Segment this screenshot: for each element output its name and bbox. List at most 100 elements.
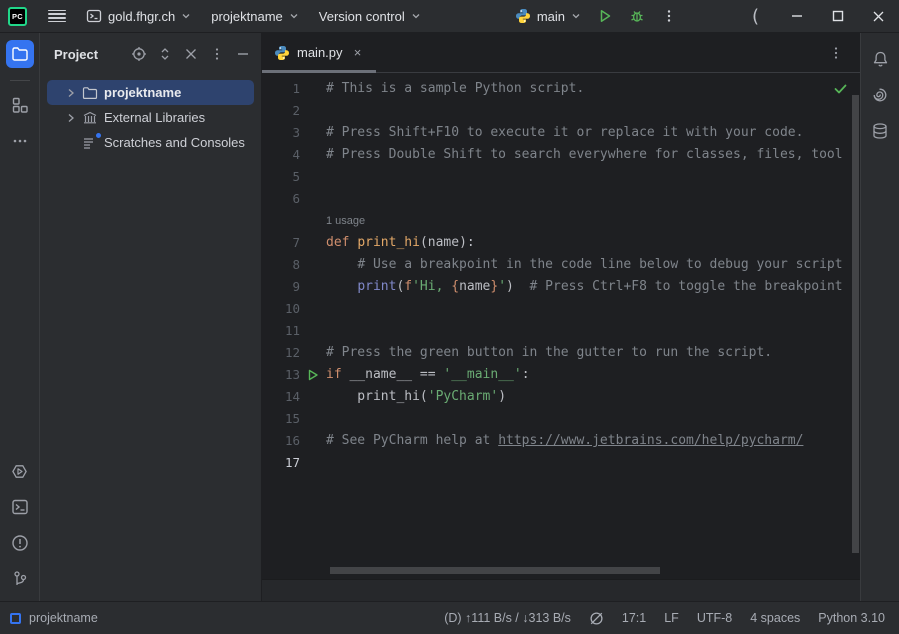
minimize-button[interactable] (776, 0, 817, 33)
gutter-slot (300, 100, 326, 122)
terminal-toolwindow-button[interactable] (6, 493, 34, 521)
code-text: print_hi('PyCharm') (326, 386, 860, 408)
highlighting-level-button[interactable] (589, 611, 604, 626)
ai-assistant-button[interactable] (866, 81, 894, 109)
select-opened-file-button[interactable] (127, 42, 151, 66)
code-text (326, 298, 860, 320)
services-toolwindow-button[interactable] (6, 457, 34, 485)
chevron-right-icon[interactable] (63, 85, 79, 101)
tree-item-scratches-and-consoles[interactable]: Scratches and Consoles (47, 130, 254, 155)
tree-item-external-libraries[interactable]: External Libraries (47, 105, 254, 130)
horizontal-scrollbar[interactable] (330, 567, 660, 574)
more-actions-button[interactable] (655, 4, 683, 28)
tab-close-icon[interactable]: × (350, 45, 366, 61)
project-tree: projektname External Libraries Scratches a… (40, 75, 261, 155)
chevron-down-icon (181, 11, 191, 21)
chevron-placeholder (63, 135, 79, 151)
line-number: 15 (262, 408, 300, 430)
status-bar: projektname (D) ↑111 B/s / ↓313 B/s 17:1… (0, 601, 899, 634)
inspections-ok-badge[interactable] (833, 81, 848, 96)
code-line: 8 # Use a breakpoint in the code line be… (262, 254, 860, 276)
code-line: 4# Press Double Shift to search everywhe… (262, 144, 860, 166)
structure-toolwindow-button[interactable] (6, 91, 34, 119)
git-branch-icon (11, 570, 29, 588)
maximize-button[interactable] (817, 0, 858, 33)
project-panel: Project (40, 33, 262, 601)
run-configuration-selector[interactable]: main (509, 4, 587, 28)
vertical-scrollbar[interactable] (852, 95, 859, 553)
code-text: print(f'Hi, {name}') # Press Ctrl+F8 to … (326, 276, 860, 298)
tab-main-py[interactable]: main.py × (262, 33, 376, 73)
line-number: 3 (262, 122, 300, 144)
line-ending-widget[interactable]: LF (664, 611, 679, 625)
collapse-all-button[interactable] (179, 42, 203, 66)
code-line: 2 (262, 100, 860, 122)
gutter-slot (300, 144, 326, 166)
debug-button[interactable] (623, 4, 651, 28)
gutter-slot (300, 430, 326, 452)
gutter-slot (300, 232, 326, 254)
code-lines: 1# This is a sample Python script.23# Pr… (262, 78, 860, 474)
database-icon (871, 122, 889, 140)
ssh-target-selector[interactable]: gold.fhgr.ch (80, 4, 197, 28)
run-button[interactable] (591, 4, 619, 28)
editor-bottom-strip (262, 579, 860, 601)
project-toolwindow-button[interactable] (6, 40, 34, 68)
line-number: 6 (262, 188, 300, 210)
code-text (326, 452, 860, 474)
left-tool-stripe (0, 33, 40, 601)
database-button[interactable] (866, 117, 894, 145)
code-text: 1 usage (326, 210, 860, 232)
gutter-slot (300, 166, 326, 188)
close-button[interactable] (858, 0, 899, 33)
gutter-slot (300, 276, 326, 298)
more-tool-windows-button[interactable] (6, 127, 34, 155)
chevron-right-icon[interactable] (63, 110, 79, 126)
comment-link[interactable]: https://www.jetbrains.com/help/pycharm/ (498, 433, 803, 448)
encoding-widget[interactable]: UTF-8 (697, 611, 732, 625)
usages-inlay-hint[interactable]: 1 usage (326, 215, 365, 227)
crescent-icon[interactable]: ( (735, 0, 776, 33)
remote-terminal-icon (86, 8, 102, 24)
tree-item-projektname[interactable]: projektname (47, 80, 254, 105)
network-transfer-widget[interactable]: (D) ↑111 B/s / ↓313 B/s (444, 611, 571, 625)
locate-target-icon (131, 46, 147, 62)
statusbar-project-widget[interactable]: projektname (10, 611, 98, 625)
run-icon (307, 369, 319, 381)
hide-panel-button[interactable] (231, 42, 255, 66)
python-icon (515, 8, 531, 24)
project-selector[interactable]: projektname (205, 5, 305, 28)
line-number: 9 (262, 276, 300, 298)
minimize-icon (791, 10, 803, 22)
code-text: # Press Double Shift to search everywher… (326, 144, 860, 166)
inspections-off-icon (589, 611, 604, 626)
panel-options-button[interactable] (205, 42, 229, 66)
run-line-button[interactable] (300, 364, 326, 386)
line-number: 17 (262, 452, 300, 474)
indent-widget[interactable]: 4 spaces (750, 611, 800, 625)
chevron-updown-icon (158, 47, 172, 61)
expand-collapse-button[interactable] (153, 42, 177, 66)
problems-toolwindow-button[interactable] (6, 529, 34, 557)
notifications-button[interactable] (866, 45, 894, 73)
editor-options-button[interactable] (824, 41, 848, 65)
code-text: # See PyCharm help at https://www.jetbra… (326, 430, 860, 452)
line-number: 2 (262, 100, 300, 122)
code-text: # This is a sample Python script. (326, 78, 860, 100)
code-editor[interactable]: 1# This is a sample Python script.23# Pr… (262, 73, 860, 579)
close-icon (872, 10, 885, 23)
folder-icon (81, 84, 99, 102)
interpreter-widget[interactable]: Python 3.10 (818, 611, 885, 625)
project-panel-header: Project (40, 33, 261, 75)
vcs-widget[interactable]: Version control (313, 5, 427, 28)
tree-item-label: External Libraries (104, 110, 205, 125)
code-text (326, 166, 860, 188)
gutter-slot (300, 188, 326, 210)
gutter-slot (300, 210, 326, 232)
project-widget-icon (10, 613, 21, 624)
minus-icon (236, 47, 250, 61)
line-number: 11 (262, 320, 300, 342)
caret-position-widget[interactable]: 17:1 (622, 611, 646, 625)
main-menu-icon[interactable] (48, 10, 66, 23)
version-control-toolwindow-button[interactable] (6, 565, 34, 593)
